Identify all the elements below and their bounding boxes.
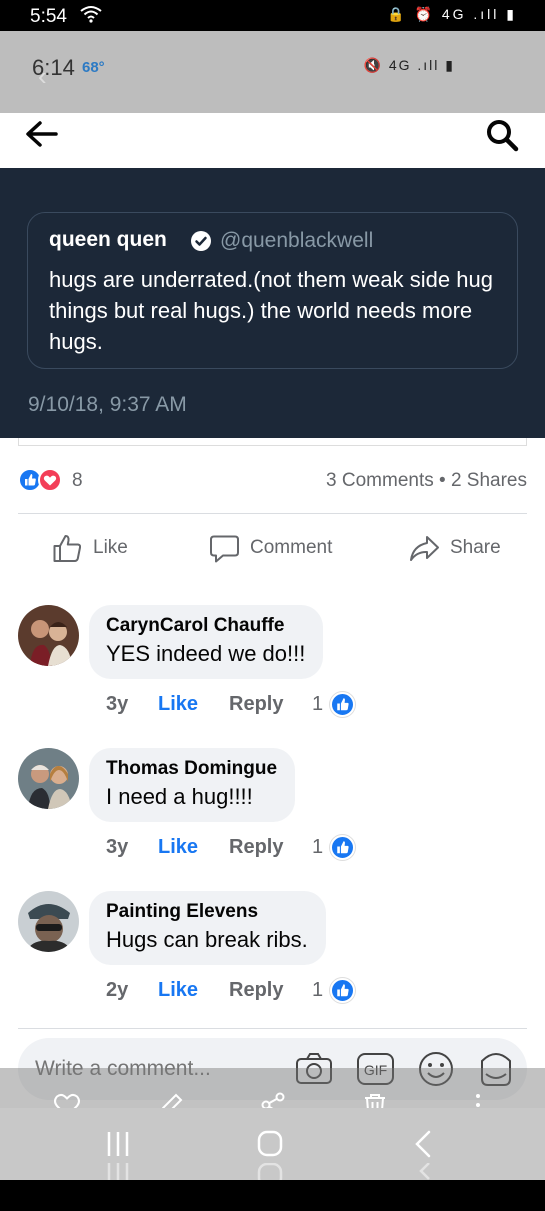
commenter-name[interactable]: Thomas Domingue bbox=[106, 758, 277, 780]
like-label: Like bbox=[93, 537, 128, 558]
comment-like-button[interactable]: Like bbox=[158, 693, 198, 716]
avatar[interactable] bbox=[18, 605, 79, 666]
inner-status-time: 6:14 bbox=[32, 55, 75, 80]
comment-bubble-icon bbox=[210, 535, 239, 562]
like-button[interactable]: Like bbox=[52, 528, 128, 568]
tweet-handle: @quenblackwell bbox=[220, 229, 374, 252]
comment-reply-button[interactable]: Reply bbox=[229, 979, 283, 1002]
share-button[interactable]: Share bbox=[409, 528, 501, 568]
tweet-author: queen quen bbox=[49, 228, 167, 251]
comment-text: Hugs can break ribs. bbox=[106, 927, 308, 952]
commenter-name[interactable]: CarynCarol Chauffe bbox=[106, 615, 305, 637]
comments-shares-count[interactable]: 3 Comments • 2 Shares bbox=[326, 470, 527, 492]
divider bbox=[18, 513, 527, 514]
verified-badge-icon bbox=[191, 231, 211, 251]
inner-status-temperature: 68° bbox=[82, 59, 105, 76]
avatar[interactable] bbox=[18, 891, 79, 952]
comment-like-button[interactable]: Like bbox=[158, 836, 198, 859]
tweet-card: queen quen @quenblackwell hugs are under… bbox=[27, 212, 518, 369]
back-arrow-icon[interactable] bbox=[22, 118, 62, 158]
like-reaction-icon bbox=[330, 692, 355, 717]
comment-label: Comment bbox=[250, 537, 333, 558]
comment-age[interactable]: 2y bbox=[106, 979, 128, 1002]
comment-text: YES indeed we do!!! bbox=[106, 641, 306, 666]
comment-like-button[interactable]: Like bbox=[158, 979, 198, 1002]
reaction-count: 8 bbox=[72, 470, 83, 491]
image-frame-edge bbox=[18, 438, 527, 446]
wifi-icon bbox=[80, 5, 102, 27]
comment-age[interactable]: 3y bbox=[106, 693, 128, 716]
like-reaction-icon bbox=[330, 835, 355, 860]
inner-status-bar: ‹ 6:14 68° 🔇 4G .ıll ▮ bbox=[0, 31, 545, 113]
comment-button[interactable]: Comment bbox=[209, 528, 332, 568]
home-icon[interactable] bbox=[250, 1128, 290, 1160]
system-navigation-bar bbox=[0, 1108, 545, 1188]
tweet-text: hugs are underrated.(not them weak side … bbox=[49, 267, 493, 354]
share-label: Share bbox=[450, 537, 501, 558]
comment-age[interactable]: 3y bbox=[106, 836, 128, 859]
recent-apps-icon[interactable] bbox=[98, 1128, 138, 1160]
comment-item: CarynCarol Chauffe YES indeed we do!!! 3… bbox=[0, 605, 545, 725]
divider bbox=[18, 1028, 527, 1029]
commenter-name[interactable]: Painting Elevens bbox=[106, 901, 308, 923]
comment-bubble: Painting Elevens Hugs can break ribs. bbox=[89, 891, 326, 965]
comment-bubble: CarynCarol Chauffe YES indeed we do!!! bbox=[89, 605, 324, 679]
inner-status-icons: 🔇 4G .ıll ▮ bbox=[363, 57, 455, 73]
comment-bubble: Thomas Domingue I need a hug!!!! bbox=[89, 748, 296, 822]
comment-item: Thomas Domingue I need a hug!!!! 3y Like… bbox=[0, 748, 545, 868]
share-arrow-icon bbox=[410, 535, 439, 561]
app-bar bbox=[0, 113, 545, 168]
thumbs-up-icon bbox=[53, 534, 82, 562]
avatar[interactable] bbox=[18, 748, 79, 809]
comment-reply-button[interactable]: Reply bbox=[229, 836, 283, 859]
system-status-icons: 🔒 ⏰ 4G .ıll ▮ bbox=[387, 6, 517, 22]
status-time: 5:54 bbox=[30, 6, 67, 27]
post-actions: Like Comment Share bbox=[0, 528, 545, 568]
device-status-bar: 5:54 🔒 ⏰ 4G .ıll ▮ bbox=[0, 0, 545, 31]
comment-reply-button[interactable]: Reply bbox=[229, 693, 283, 716]
shared-tweet-image[interactable]: queen quen @quenblackwell hugs are under… bbox=[0, 168, 545, 438]
tweet-date: 9/10/18, 9:37 AM bbox=[28, 393, 187, 416]
comment-reaction-count[interactable]: 1 bbox=[312, 836, 323, 859]
system-back-icon[interactable] bbox=[403, 1128, 443, 1160]
recent-apps-ghost-icon bbox=[98, 1163, 138, 1180]
bottom-bezel bbox=[0, 1180, 545, 1211]
comment-reaction-count[interactable]: 1 bbox=[312, 693, 323, 716]
search-icon[interactable] bbox=[483, 118, 523, 158]
image-viewer-toolbar bbox=[0, 1068, 545, 1118]
back-ghost-icon bbox=[403, 1162, 443, 1180]
home-ghost-icon bbox=[250, 1162, 290, 1188]
comment-reaction-count[interactable]: 1 bbox=[312, 979, 323, 1002]
comment-item: Painting Elevens Hugs can break ribs. 2y… bbox=[0, 891, 545, 1011]
comment-text: I need a hug!!!! bbox=[106, 784, 253, 809]
love-reaction-icon bbox=[38, 468, 62, 492]
like-reaction-icon bbox=[330, 978, 355, 1003]
